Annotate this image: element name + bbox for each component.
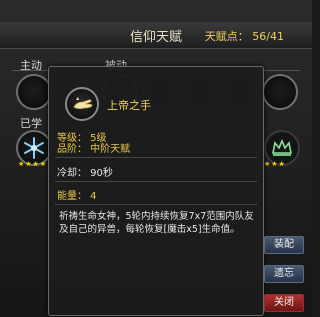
skill-slot-active[interactable] (16, 74, 52, 110)
star-rating: ★★★★ (18, 160, 48, 168)
section-learned: 已学 (20, 117, 42, 130)
divider (55, 204, 257, 205)
forget-button[interactable]: 遗忘 (264, 265, 304, 283)
divider (55, 181, 257, 182)
skill-energy: 能量： 4 (57, 191, 97, 202)
skill-tooltip: 上帝之手 等级： 5级 品阶： 中阶天赋 冷却： 90秒 能量： 4 祈祷生命女… (48, 66, 264, 316)
star-rating: ★★★ (264, 160, 286, 168)
equip-button[interactable]: 装配 (264, 236, 304, 254)
skill-cooldown: 冷却： 90秒 (57, 168, 113, 179)
skill-slot-passive[interactable] (262, 74, 298, 110)
skill-name: 上帝之手 (107, 99, 151, 112)
talent-window: 信仰天赋 天赋点： 56/41 主动 被动 已学 ★★★★ (0, 0, 312, 317)
hand-icon (65, 87, 99, 121)
title-bar: 信仰天赋 天赋点： 56/41 (0, 22, 312, 49)
skill-grade: 品阶： 中阶天赋 (57, 144, 131, 155)
close-button[interactable]: 关闭 (264, 294, 304, 312)
talent-points: 天赋点： 56/41 (204, 30, 284, 43)
divider (55, 157, 257, 158)
skill-description: 祈祷生命女神，5轮内持续恢复7x7范围内队友及自己的异兽，每轮恢复[魔击x5]生… (59, 211, 254, 235)
